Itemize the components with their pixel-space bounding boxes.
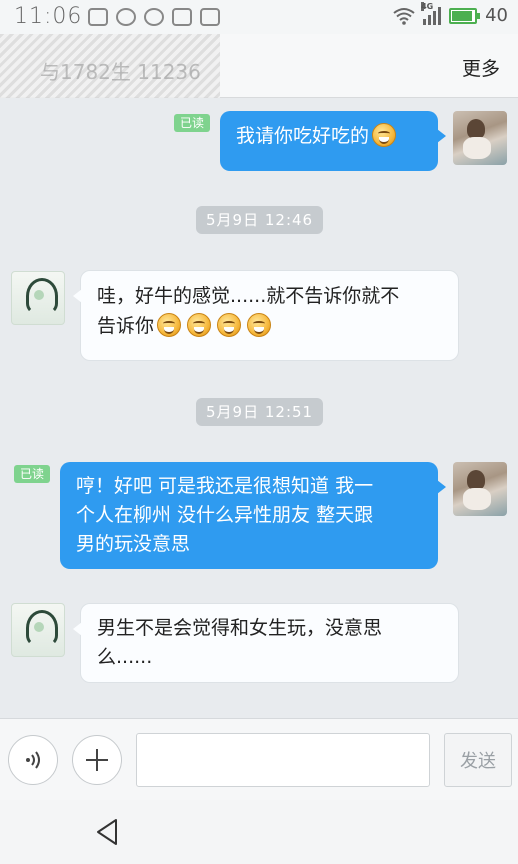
app-notification-icon (116, 8, 136, 26)
message-notification-icon (172, 8, 192, 26)
my-message-bubble[interactable]: 哼！好吧 可是我还是很想知道 我一 个人在柳州 没什么异性朋友 整天跟 男的玩没… (60, 462, 446, 569)
grin-emoji-icon (372, 123, 397, 147)
battery-level: 40 (485, 5, 508, 26)
contact-avatar[interactable] (11, 271, 65, 325)
message-input[interactable] (136, 733, 430, 787)
battery-icon (449, 7, 481, 24)
notification-icons (88, 8, 220, 26)
contact-message-bubble[interactable]: 男生不是会觉得和女生玩，没意思 么...... (73, 603, 459, 683)
voice-icon (26, 751, 40, 769)
wifi-icon (393, 7, 415, 25)
more-button[interactable]: 更多 (462, 54, 500, 81)
smile-emoji-icon (217, 313, 242, 337)
read-badge: 已读 (174, 114, 211, 132)
my-message-bubble[interactable]: 我请你吃好吃的 (220, 111, 446, 171)
contact-avatar[interactable] (11, 603, 65, 657)
signal-icon: 4G (421, 1, 442, 25)
voice-button[interactable] (8, 735, 58, 785)
message-text-line: 告诉你 (97, 315, 155, 337)
timestamp-chip: 5月9日 12:51 (196, 398, 324, 426)
status-right: 4G 40 (393, 1, 508, 26)
smile-emoji-icon (247, 313, 272, 337)
status-time: 11:06 (14, 4, 83, 29)
add-button[interactable] (72, 735, 122, 785)
chat-title: 与1782生 11236 (40, 60, 201, 84)
send-button[interactable]: 发送 (444, 733, 512, 787)
gallery-notification-icon (200, 8, 220, 26)
chat-header: 与1782生 11236 更多 (0, 34, 518, 98)
network-type: 4G (421, 1, 434, 11)
image-notification-icon (88, 8, 108, 26)
contact-message-bubble[interactable]: 哇，好牛的感觉......就不告诉你就不 告诉你 (73, 270, 459, 361)
input-bar: 发送 (0, 718, 518, 800)
status-bar: 11:06 4G 40 (0, 0, 518, 34)
smile-emoji-icon (157, 313, 182, 337)
message-text-line: 男生不是会觉得和女生玩，没意思 (97, 617, 383, 639)
read-badge: 已读 (14, 465, 51, 483)
message-text-line: 哼！好吧 可是我还是很想知道 我一 (76, 475, 374, 497)
message-text: 我请你吃好吃的 (236, 125, 370, 147)
message-text-line: 男的玩没意思 (76, 533, 191, 555)
smile-emoji-icon (187, 313, 212, 337)
my-avatar[interactable] (453, 111, 507, 165)
back-triangle-icon[interactable] (92, 816, 124, 848)
my-avatar[interactable] (453, 462, 507, 516)
chat-area[interactable]: 已读 我请你吃好吃的 5月9日 12:46 哇，好牛的感觉......就不告诉你… (0, 99, 518, 716)
browser-notification-icon (144, 8, 164, 26)
message-text-line: 个人在柳州 没什么异性朋友 整天跟 (76, 504, 374, 526)
navigation-bar (0, 800, 518, 864)
message-text-line: 哇，好牛的感觉......就不告诉你就不 (97, 285, 400, 307)
message-text-line: 么...... (97, 646, 153, 668)
timestamp-chip: 5月9日 12:46 (196, 206, 324, 234)
plus-icon (86, 749, 108, 771)
